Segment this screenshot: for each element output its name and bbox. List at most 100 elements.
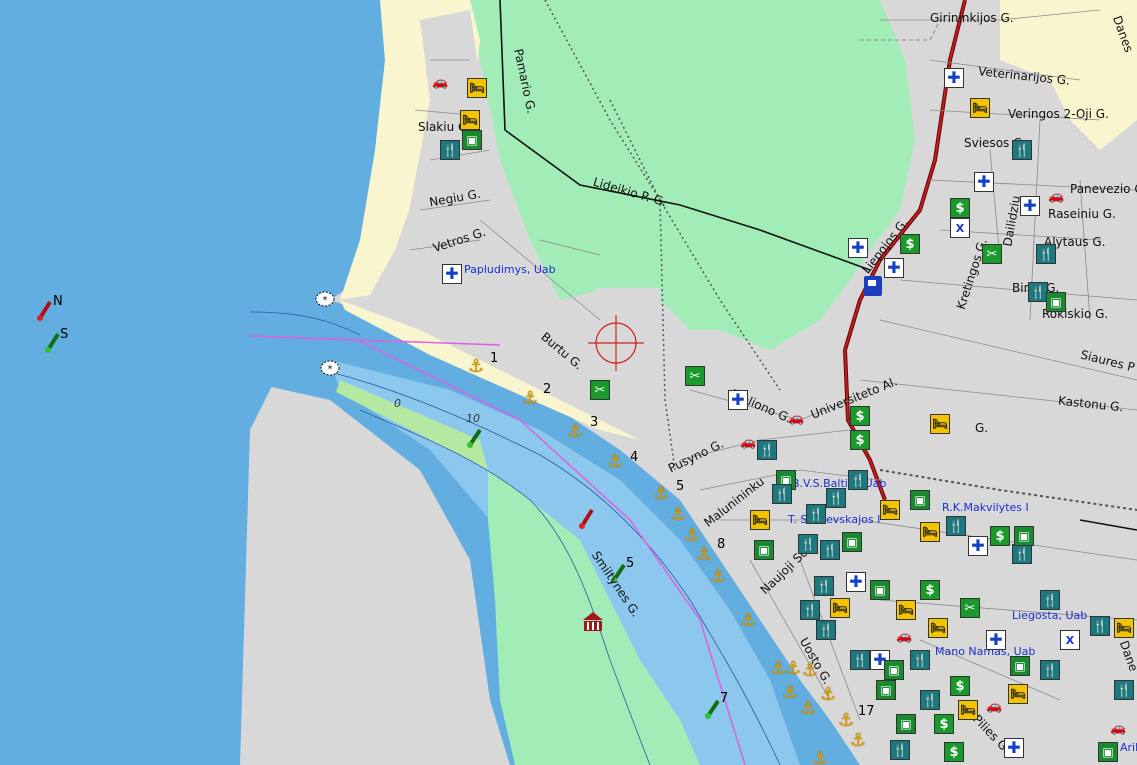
bank-icon[interactable]: $ [990,526,1010,546]
business-label-rk-makvilytes[interactable]: R.K.Makvilytes I [942,502,1029,513]
hospital-icon[interactable]: ✚ [974,172,994,192]
hospital-icon[interactable]: ✚ [986,630,1006,650]
hospital-icon[interactable]: ✚ [968,536,988,556]
restaurant-icon[interactable]: 🍴 [1040,590,1060,610]
restaurant-icon[interactable]: 🍴 [816,620,836,640]
service-icon[interactable]: ✂ [982,244,1002,264]
hotel-icon[interactable]: 🛏 [1114,618,1134,638]
car-icon[interactable]: 🚗 [896,630,912,643]
restaurant-icon[interactable]: 🍴 [1012,140,1032,160]
restaurant-icon[interactable]: 🍴 [1114,680,1134,700]
hotel-icon[interactable]: 🛏 [930,414,950,434]
restaurant-icon[interactable]: 🍴 [440,140,460,160]
hotel-icon[interactable]: 🛏 [750,510,770,530]
service-icon[interactable]: ✂ [960,598,980,618]
business-label-t-suscevskajos[interactable]: T. Suscevskajos I [788,514,880,525]
shop-icon[interactable]: ▣ [1098,742,1118,762]
anchor-icon[interactable]: ⚓ [653,485,669,503]
anchor-icon[interactable]: ⚓ [740,612,756,630]
hotel-icon[interactable]: 🛏 [920,522,940,542]
restaurant-icon[interactable]: 🍴 [910,650,930,670]
restaurant-icon[interactable]: 🍴 [848,470,868,490]
shop-icon[interactable]: ▣ [896,714,916,734]
anchor-icon[interactable]: ⚓ [670,506,686,524]
shop-icon[interactable]: ▣ [1010,656,1030,676]
restaurant-icon[interactable]: 🍴 [800,600,820,620]
anchor-icon[interactable]: ⚓ [522,390,538,408]
car-icon[interactable]: 🚗 [740,436,756,449]
bank-icon[interactable]: $ [850,406,870,426]
anchor-icon[interactable]: ⚓ [710,568,726,586]
bank-icon[interactable]: $ [934,714,954,734]
business-label-liegosta[interactable]: Liegosta, Uab [1012,610,1087,621]
anchor-icon[interactable]: ⚓ [567,423,583,441]
restaurant-icon[interactable]: 🍴 [1040,660,1060,680]
restaurant-icon[interactable]: 🍴 [1036,244,1056,264]
anchor-icon[interactable]: ⚓ [850,732,866,750]
shop-icon[interactable]: ▣ [1046,292,1066,312]
shop-icon[interactable]: ▣ [842,532,862,552]
hotel-icon[interactable]: 🛏 [460,110,480,130]
restaurant-icon[interactable]: 🍴 [946,516,966,536]
car-icon[interactable]: 🚗 [432,76,448,89]
shop-icon[interactable]: ▣ [876,680,896,700]
anchor-icon[interactable]: ⚓ [607,453,623,471]
anchor-icon[interactable]: ⚓ [838,712,854,730]
nautical-map[interactable]: * * Girininkijos G. Veterinarijos G. Ver… [0,0,1137,765]
restaurant-icon[interactable]: 🍴 [1012,544,1032,564]
restaurant-icon[interactable]: 🍴 [757,440,777,460]
restaurant-icon[interactable]: 🍴 [820,540,840,560]
shop-icon[interactable]: ▣ [870,580,890,600]
restaurant-icon[interactable]: 🍴 [1090,616,1110,636]
hospital-icon[interactable]: ✚ [1020,196,1040,216]
hospital-icon[interactable]: ✚ [728,390,748,410]
business-label-papludimys[interactable]: Papludimys, Uab [464,264,556,275]
shop-icon[interactable]: ▣ [910,490,930,510]
restaurant-icon[interactable]: 🍴 [798,534,818,554]
anchor-icon[interactable]: ⚓ [782,684,798,702]
car-icon[interactable]: 🚗 [986,700,1002,713]
bank-icon[interactable]: $ [850,430,870,450]
pharmacy-icon[interactable]: X [1060,630,1080,650]
anchor-icon[interactable]: ⚓ [802,662,818,680]
restaurant-icon[interactable]: 🍴 [890,740,910,760]
anchor-icon[interactable]: ⚓ [812,750,828,765]
restaurant-icon[interactable]: 🍴 [1028,282,1048,302]
bank-icon[interactable]: $ [950,676,970,696]
anchor-icon[interactable]: ⚓ [785,660,801,678]
hospital-icon[interactable]: ✚ [1004,738,1024,758]
restaurant-icon[interactable]: 🍴 [826,488,846,508]
anchor-icon[interactable]: ⚓ [468,358,484,376]
shop-icon[interactable]: ▣ [1014,526,1034,546]
hotel-icon[interactable]: 🛏 [970,98,990,118]
car-icon[interactable]: 🚗 [1048,190,1064,203]
restaurant-icon[interactable]: 🍴 [850,650,870,670]
car-icon[interactable]: 🚗 [1110,722,1126,735]
hotel-icon[interactable]: 🛏 [1008,684,1028,704]
hotel-icon[interactable]: 🛏 [880,500,900,520]
hotel-icon[interactable]: 🛏 [830,598,850,618]
hospital-icon[interactable]: ✚ [848,238,868,258]
service-icon[interactable]: ✂ [590,380,610,400]
anchor-icon[interactable]: ⚓ [820,686,836,704]
restaurant-icon[interactable]: 🍴 [920,690,940,710]
hospital-icon[interactable]: ✚ [442,264,462,284]
restaurant-icon[interactable]: 🍴 [806,504,826,524]
bank-icon[interactable]: $ [920,580,940,600]
hotel-icon[interactable]: 🛏 [958,700,978,720]
hospital-icon[interactable]: ✚ [846,572,866,592]
bank-icon[interactable]: $ [950,198,970,218]
car-icon[interactable]: 🚗 [788,412,804,425]
anchor-icon[interactable]: ⚓ [770,660,786,678]
shop-icon[interactable]: ▣ [754,540,774,560]
pharmacy-icon[interactable]: X [950,218,970,238]
hotel-icon[interactable]: 🛏 [928,618,948,638]
service-icon[interactable]: ✂ [685,366,705,386]
hotel-icon[interactable]: 🛏 [896,600,916,620]
anchor-icon[interactable]: ⚓ [684,527,700,545]
shop-icon[interactable]: ▣ [884,660,904,680]
bank-icon[interactable]: $ [900,234,920,254]
anchor-icon[interactable]: ⚓ [800,700,816,718]
restaurant-icon[interactable]: 🍴 [814,576,834,596]
bank-icon[interactable]: $ [944,742,964,762]
